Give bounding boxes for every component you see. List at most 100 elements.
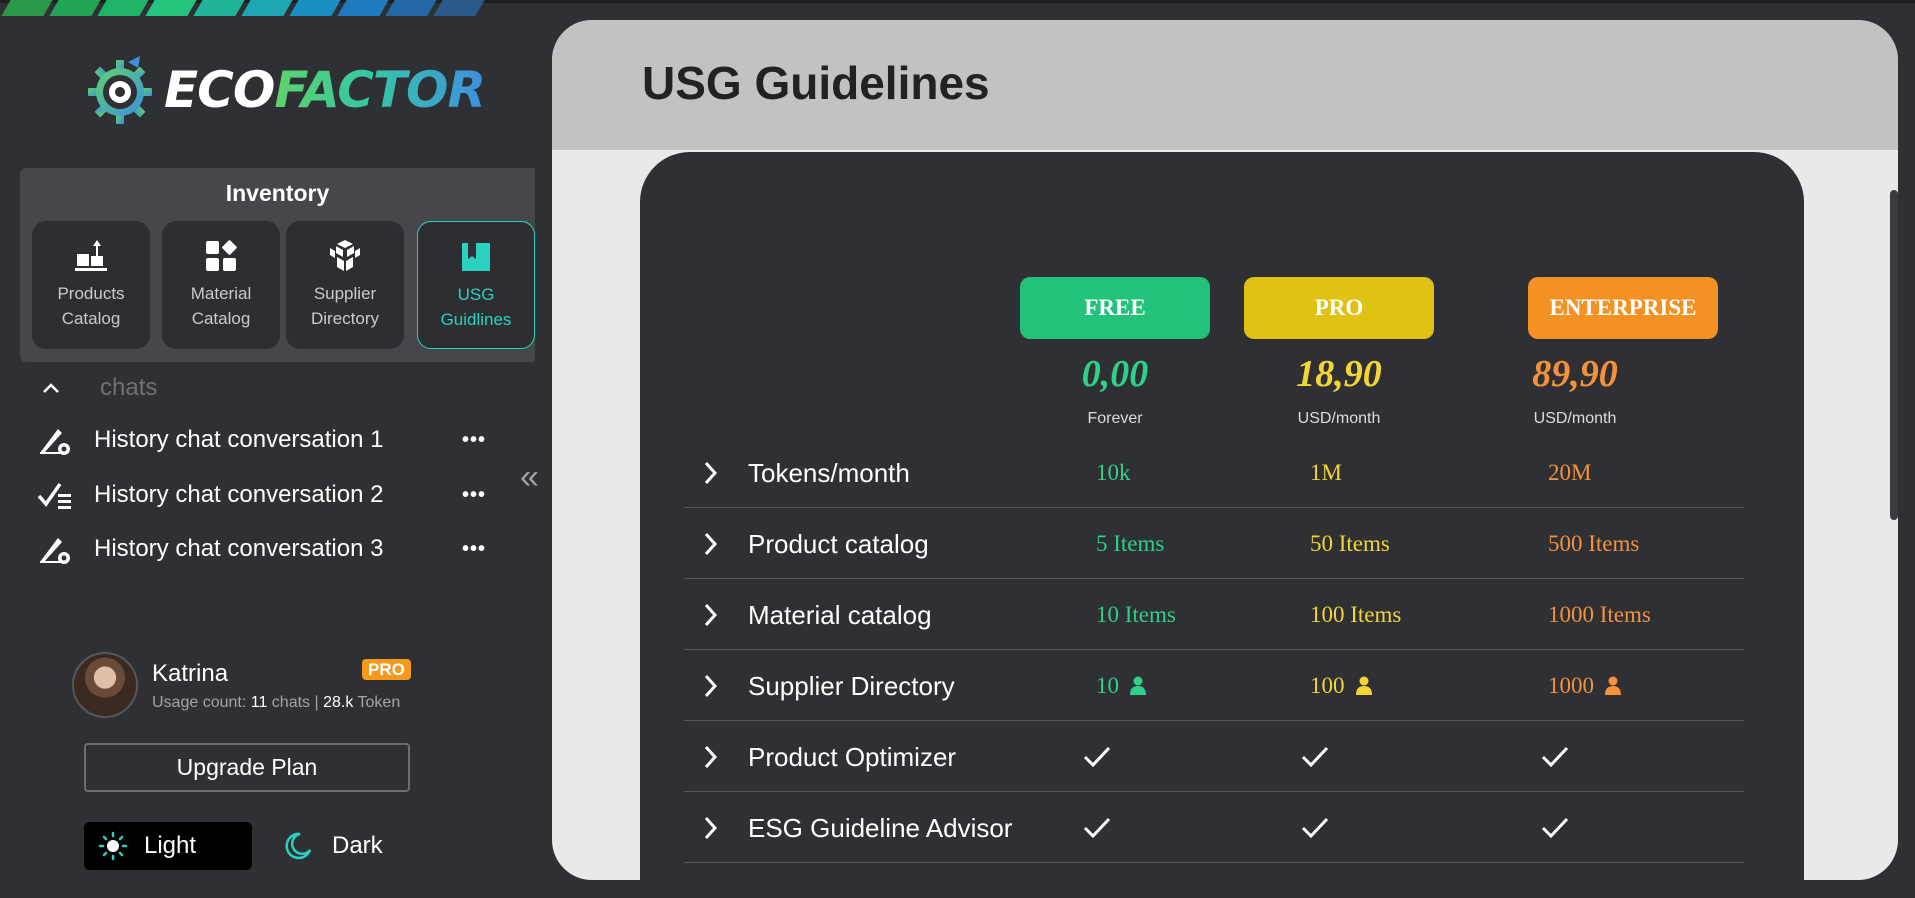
- plan-free-button[interactable]: FREE: [1020, 277, 1210, 339]
- feature-value-text: 1000 Items: [1548, 602, 1651, 627]
- chat-history-label: History chat conversation 2: [94, 481, 384, 508]
- feature-row[interactable]: Tokens/month 10k 1M 20M: [684, 438, 1744, 508]
- feature-row[interactable]: Supplier Directory 10 100 1000: [684, 651, 1744, 721]
- user-icon: [1355, 676, 1372, 695]
- check-icon: [1083, 746, 1111, 768]
- feature-value: [1082, 815, 1112, 841]
- feature-value: [1540, 815, 1570, 841]
- plan-pro-price: 18,90: [1296, 353, 1382, 395]
- inventory-item-label: Products: [57, 284, 125, 303]
- inventory-title: Inventory: [225, 180, 330, 206]
- feature-name: ESG Guideline Advisor: [748, 813, 1013, 843]
- chat-history-item[interactable]: History chat conversation 3 •••: [36, 529, 486, 569]
- chevron-right-icon[interactable]: [702, 460, 720, 486]
- feature-value-text: 20M: [1548, 460, 1592, 485]
- usage-separator: |: [314, 694, 319, 711]
- plan-enterprise-period: USD/month: [1533, 410, 1617, 427]
- logo[interactable]: ECOFACTOR: [84, 52, 486, 128]
- chats-section-header[interactable]: chats: [40, 372, 157, 404]
- user-icon: [1605, 676, 1621, 695]
- feature-name: Supplier Directory: [748, 671, 955, 701]
- chevron-right-icon[interactable]: [702, 602, 720, 628]
- feature-value: [1300, 744, 1330, 770]
- plan-enterprise-button[interactable]: ENTERPRISE: [1528, 277, 1718, 339]
- pricing-table: FREE PRO ENTERPRISE 0,00 18,90 89,90 For…: [640, 152, 1804, 880]
- dark-theme-label: Dark: [332, 832, 383, 859]
- checklist-icon: [37, 482, 71, 509]
- feature-value: 1000 Items: [1548, 602, 1651, 628]
- chevron-right-icon[interactable]: [702, 673, 720, 699]
- avatar[interactable]: [72, 652, 138, 718]
- inventory-item-label: Catalog: [61, 309, 121, 328]
- feature-name: Product catalog: [748, 529, 929, 559]
- feature-name: Material catalog: [748, 600, 932, 630]
- feature-value: 100: [1310, 673, 1373, 699]
- page-header: USG Guidelines: [552, 20, 1898, 150]
- inventory-panel: Inventory Products Catalog Material Cata…: [20, 168, 535, 362]
- plan-pro-period: USD/month: [1297, 410, 1381, 427]
- feature-row[interactable]: Material catalog 10 Items 100 Items 1000 It…: [684, 580, 1744, 650]
- feature-row[interactable]: Product catalog 5 Items 50 Items 500 Items: [684, 509, 1744, 579]
- inventory-item-label: Material: [190, 284, 252, 303]
- feature-value-text: 5 Items: [1096, 531, 1165, 556]
- chevron-right-icon[interactable]: [702, 815, 720, 841]
- check-icon: [1541, 746, 1569, 768]
- usg-guidelines-icon: [458, 238, 494, 276]
- light-theme-label: Light: [144, 832, 197, 859]
- feature-value: 1M: [1310, 460, 1342, 486]
- feature-value-text: 100 Items: [1310, 602, 1402, 627]
- scrollbar[interactable]: [1890, 190, 1898, 520]
- feature-row[interactable]: Product Optimizer: [684, 722, 1744, 792]
- chat-history-item[interactable]: History chat conversation 2 •••: [36, 475, 486, 515]
- feature-value-text: 1000: [1548, 673, 1594, 698]
- user-name: Katrina: [152, 660, 229, 687]
- feature-value: [1300, 815, 1330, 841]
- feature-value: 5 Items: [1096, 531, 1164, 557]
- inventory-item-products-catalog[interactable]: Products Catalog: [32, 221, 150, 349]
- supplier-directory-icon: [327, 237, 363, 275]
- more-options-icon[interactable]: •••: [462, 538, 486, 561]
- feature-name: Tokens/month: [748, 458, 910, 488]
- inventory-item-label: Supplier: [313, 284, 377, 303]
- feature-value: [1082, 744, 1112, 770]
- main-panel: USG Guidelines FREE PRO ENTERPRISE 0,00 …: [552, 20, 1898, 880]
- feature-row[interactable]: ESG Guideline Advisor: [684, 793, 1744, 863]
- inventory-item-material-catalog[interactable]: Material Catalog: [162, 221, 280, 349]
- more-options-icon[interactable]: •••: [462, 429, 486, 452]
- feature-value: 100 Items: [1310, 602, 1401, 628]
- plan-badge: PRO: [362, 659, 411, 680]
- moon-icon: [285, 832, 312, 860]
- inventory-item-label: Directory: [310, 309, 379, 328]
- collapse-sidebar-icon[interactable]: «: [520, 458, 539, 497]
- usage-prefix: Usage count:: [152, 694, 247, 711]
- user-profile[interactable]: Katrina PRO Usage count: 11 chats | 28.k…: [72, 652, 432, 724]
- usage-tokens-count: 28.k: [323, 694, 354, 711]
- plan-pro-button[interactable]: PRO: [1244, 277, 1434, 339]
- usage-chats-count: 11: [250, 694, 268, 711]
- inventory-item-label: USG: [457, 285, 495, 304]
- feature-value: 10 Items: [1096, 602, 1176, 628]
- edit-settings-icon: [40, 538, 70, 564]
- feature-value: 50 Items: [1310, 531, 1390, 557]
- edit-settings-icon: [40, 429, 70, 455]
- light-theme-button[interactable]: Light: [84, 822, 252, 870]
- chevron-right-icon[interactable]: [702, 531, 720, 557]
- check-icon: [1083, 817, 1111, 839]
- feature-value-text: 50 Items: [1310, 531, 1390, 556]
- dark-theme-button[interactable]: Dark: [282, 822, 383, 870]
- upgrade-plan-button[interactable]: Upgrade Plan: [84, 743, 410, 792]
- check-icon: [1541, 817, 1569, 839]
- inventory-item-label: Guidlines: [440, 310, 512, 329]
- chat-history-label: History chat conversation 1: [94, 426, 384, 453]
- chat-history-label: History chat conversation 3: [94, 535, 384, 562]
- inventory-item-usg-guidelines[interactable]: USG Guidlines: [417, 221, 535, 349]
- gear-logo-icon: [88, 56, 152, 124]
- usage-tokens-unit: Token: [357, 694, 401, 711]
- chevron-up-icon[interactable]: [40, 380, 62, 396]
- chevron-right-icon[interactable]: [702, 744, 720, 770]
- usage-chats-unit: chats: [271, 694, 311, 711]
- brand-factor: FACTOR: [274, 61, 486, 119]
- chat-history-item[interactable]: History chat conversation 1 •••: [36, 420, 486, 460]
- more-options-icon[interactable]: •••: [462, 484, 486, 507]
- inventory-item-supplier-directory[interactable]: Supplier Directory: [286, 221, 404, 349]
